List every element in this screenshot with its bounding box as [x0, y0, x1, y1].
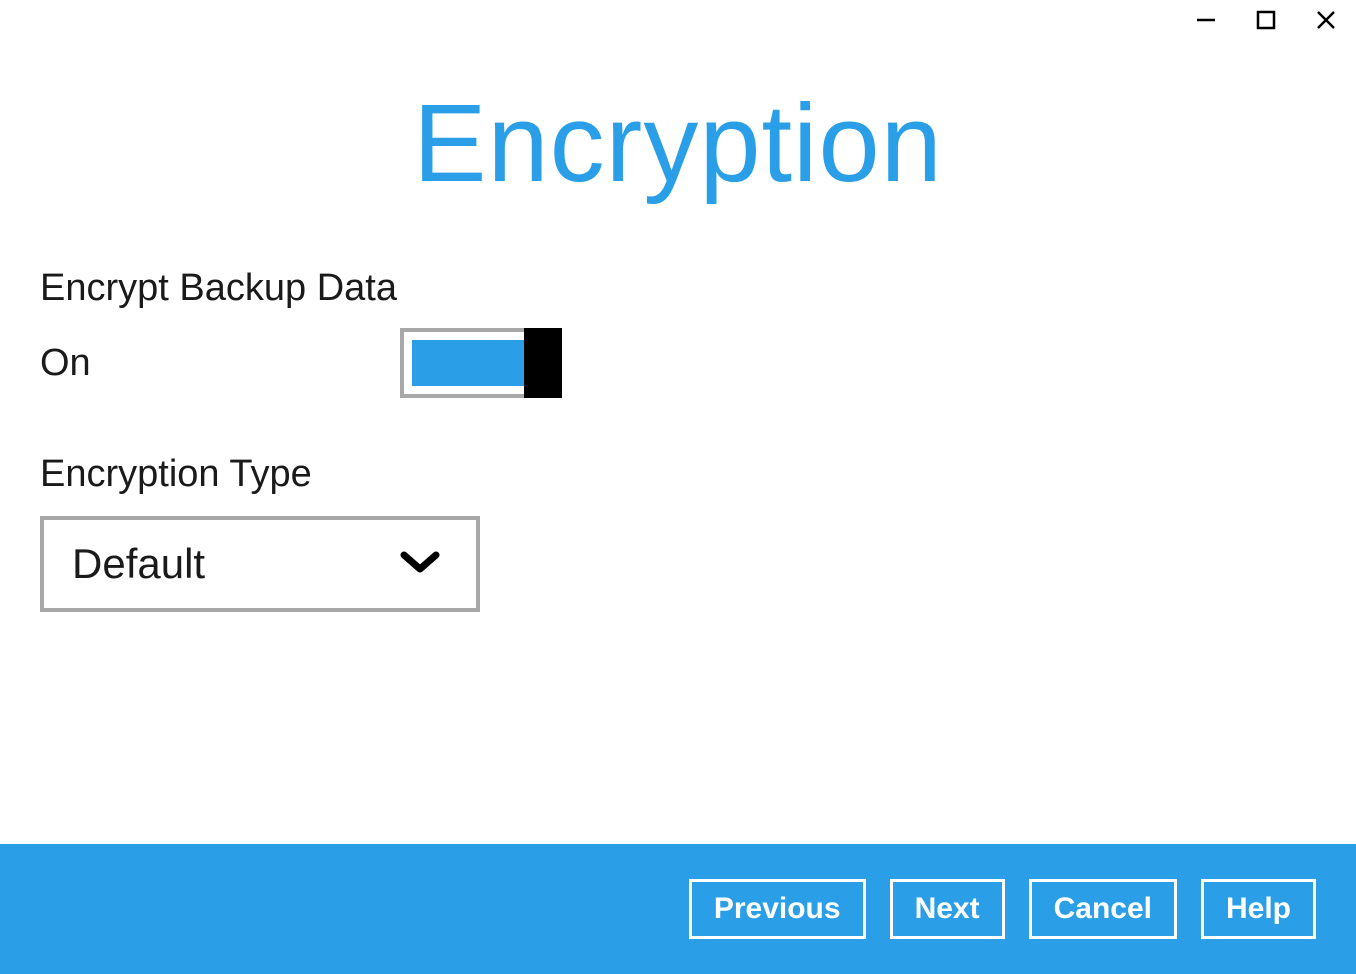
encrypt-toggle[interactable]: [400, 328, 562, 398]
minimize-icon: [1195, 9, 1217, 31]
maximize-icon: [1255, 9, 1277, 31]
close-icon: [1315, 9, 1337, 31]
previous-button[interactable]: Previous: [689, 879, 866, 939]
maximize-button[interactable]: [1236, 0, 1296, 40]
next-button[interactable]: Next: [890, 879, 1005, 939]
encryption-type-section: Encryption Type Default: [40, 453, 1316, 612]
close-button[interactable]: [1296, 0, 1356, 40]
minimize-button[interactable]: [1176, 0, 1236, 40]
encryption-type-dropdown[interactable]: Default: [40, 516, 480, 612]
encrypt-label: Encrypt Backup Data: [40, 267, 1316, 310]
page-title: Encryption: [40, 80, 1316, 207]
window-titlebar: [0, 0, 1356, 40]
encrypt-section: Encrypt Backup Data On: [40, 267, 1316, 443]
toggle-fill: [412, 340, 524, 386]
help-button[interactable]: Help: [1201, 879, 1316, 939]
encryption-type-label: Encryption Type: [40, 453, 1316, 496]
wizard-footer: Previous Next Cancel Help: [0, 844, 1356, 974]
cancel-button[interactable]: Cancel: [1029, 879, 1177, 939]
toggle-handle: [524, 328, 562, 398]
main-content: Encryption Encrypt Backup Data On Encryp…: [0, 40, 1356, 844]
chevron-down-icon: [400, 549, 440, 580]
encrypt-toggle-row: On: [40, 328, 1316, 398]
encryption-type-value: Default: [72, 540, 205, 588]
encrypt-toggle-state: On: [40, 342, 400, 385]
